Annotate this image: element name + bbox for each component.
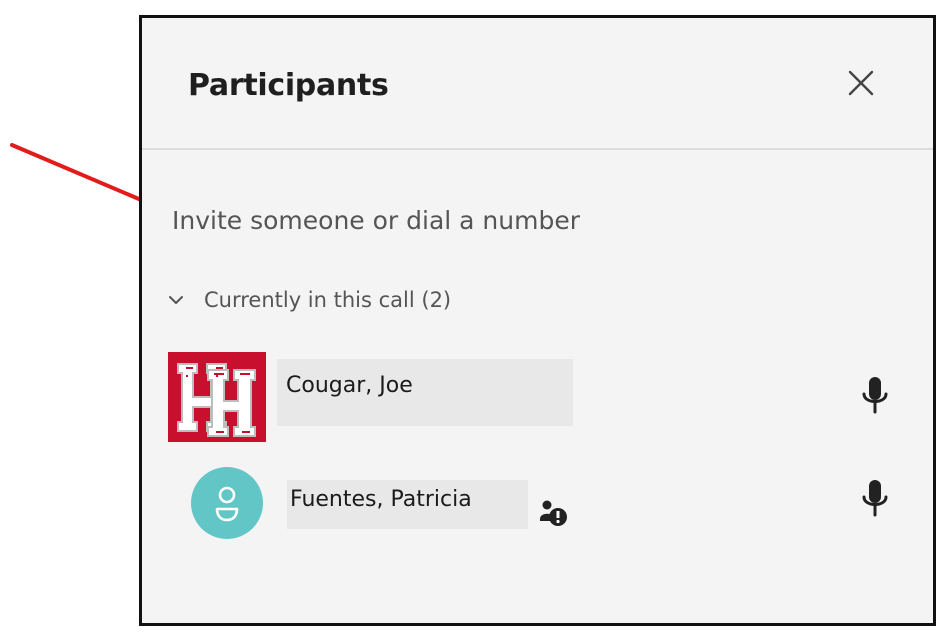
chevron-down-icon <box>169 296 183 304</box>
section-label: Currently in this call (2) <box>204 288 452 312</box>
participant-name: Cougar, Joe <box>277 359 573 426</box>
avatar <box>191 467 263 539</box>
microphone-button[interactable] <box>858 373 892 417</box>
currently-in-call-toggle[interactable]: Currently in this call (2) <box>166 284 451 316</box>
panel-title: Participants <box>188 68 389 103</box>
participant-row-fuentes-patricia[interactable]: Fuentes, Patricia <box>166 464 911 540</box>
microphone-button[interactable] <box>858 476 892 520</box>
participant-row-cougar-joe[interactable]: Cougar, Joe <box>166 351 911 443</box>
invite-input[interactable] <box>172 198 792 242</box>
panel-header: Participants <box>142 18 933 150</box>
person-icon <box>215 486 239 522</box>
participants-panel: Participants Currently in this call (2) <box>139 15 936 626</box>
close-icon <box>848 70 874 96</box>
people-alert-icon <box>540 500 567 526</box>
university-logo <box>168 352 266 442</box>
participant-name: Fuentes, Patricia <box>287 480 528 529</box>
university-logo-avatar <box>168 352 266 442</box>
close-button[interactable] <box>842 64 880 102</box>
microphone-icon <box>862 480 888 517</box>
microphone-icon <box>862 377 888 414</box>
screenshot-stage: Participants Currently in this call (2) <box>0 0 944 632</box>
